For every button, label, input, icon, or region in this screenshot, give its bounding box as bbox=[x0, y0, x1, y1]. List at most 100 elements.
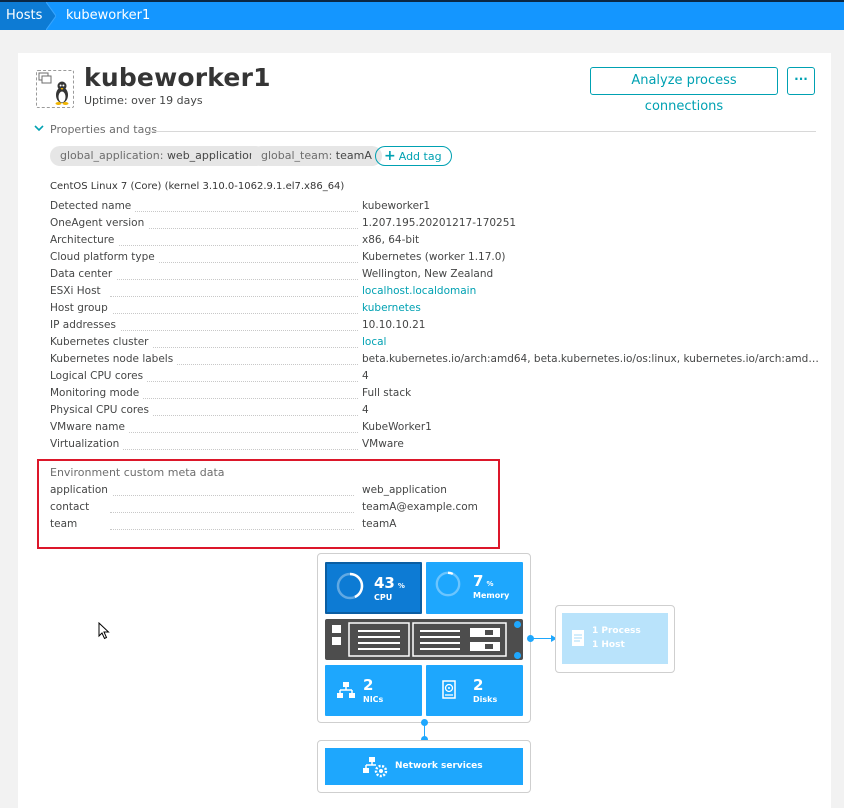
property-key: Data center bbox=[50, 268, 117, 280]
custom-meta-value: teamA@example.com bbox=[362, 501, 478, 513]
disks-tile[interactable]: 2 Disks bbox=[426, 665, 523, 716]
property-row: Architecture x86, 64-bit bbox=[50, 234, 822, 251]
disk-icon bbox=[442, 680, 456, 699]
property-key: Kubernetes node labels bbox=[50, 353, 178, 365]
process-count: 1 Process bbox=[592, 626, 641, 636]
property-row: ESXi Host localhost.localdomain bbox=[50, 285, 822, 302]
custom-meta-key: team bbox=[50, 518, 82, 530]
property-value: Kubernetes (worker 1.17.0) bbox=[362, 251, 506, 263]
property-row: VMware name KubeWorker1 bbox=[50, 421, 822, 438]
nics-count: 2 bbox=[363, 676, 374, 694]
dotted-leader bbox=[110, 245, 358, 246]
custom-meta-value: teamA bbox=[362, 518, 397, 530]
host-count: 1 Host bbox=[592, 640, 625, 650]
property-row: Physical CPU cores 4 bbox=[50, 404, 822, 421]
dotted-leader bbox=[110, 211, 358, 212]
property-key: Kubernetes cluster bbox=[50, 336, 153, 348]
property-value: beta.kubernetes.io/arch:amd64, beta.kube… bbox=[362, 353, 822, 365]
property-value: x86, 64-bit bbox=[362, 234, 420, 246]
dotted-leader bbox=[110, 381, 358, 382]
property-value: 1.207.195.20201217-170251 bbox=[362, 217, 517, 229]
connector-dot bbox=[514, 652, 521, 659]
property-row: Data center Wellington, New Zealand bbox=[50, 268, 822, 285]
property-key: Monitoring mode bbox=[50, 387, 144, 399]
add-tag-button[interactable]: + Add tag bbox=[375, 146, 452, 166]
breadcrumb-current[interactable]: kubeworker1 bbox=[66, 2, 150, 30]
property-row: OneAgent version 1.207.195.20201217-17025… bbox=[50, 217, 822, 234]
property-value: KubeWorker1 bbox=[362, 421, 432, 433]
custom-meta-row: contact teamA@example.com bbox=[50, 501, 490, 518]
property-row: Logical CPU cores 4 bbox=[50, 370, 822, 387]
nics-tile[interactable]: 2 NICs bbox=[325, 665, 422, 716]
tag-key: global_application: bbox=[60, 149, 164, 162]
property-key: Physical CPU cores bbox=[50, 404, 153, 416]
property-value: 4 bbox=[362, 404, 369, 416]
custom-meta-key: application bbox=[50, 484, 112, 496]
property-key: Architecture bbox=[50, 234, 119, 246]
cpu-value: 43% bbox=[374, 574, 405, 592]
properties-section-title[interactable]: Properties and tags bbox=[50, 123, 157, 136]
section-divider bbox=[148, 131, 816, 132]
breadcrumb-hosts[interactable]: Hosts bbox=[0, 2, 46, 30]
property-link[interactable]: local bbox=[362, 336, 386, 348]
property-key: Host group bbox=[50, 302, 112, 314]
property-key: Cloud platform type bbox=[50, 251, 159, 263]
chevron-down-icon[interactable] bbox=[34, 123, 44, 133]
os-description: CentOS Linux 7 (Core) (kernel 3.10.0-106… bbox=[50, 181, 345, 192]
memory-label: Memory bbox=[473, 591, 510, 600]
dotted-leader bbox=[110, 398, 358, 399]
tag-global-team[interactable]: global_team: teamA bbox=[251, 146, 382, 166]
property-row: Host group kubernetes bbox=[50, 302, 822, 319]
page-title: kubeworker1 bbox=[84, 63, 271, 92]
property-value: Full stack bbox=[362, 387, 412, 399]
property-row: Monitoring mode Full stack bbox=[50, 387, 822, 404]
connector-dot bbox=[514, 621, 521, 628]
property-row: Kubernetes cluster local bbox=[50, 336, 822, 353]
property-key: IP addresses bbox=[50, 319, 120, 331]
property-key: Logical CPU cores bbox=[50, 370, 148, 382]
dotted-leader bbox=[110, 313, 358, 314]
breadcrumb-separator-icon bbox=[46, 2, 56, 30]
mouse-cursor-icon bbox=[98, 622, 110, 640]
disks-label: Disks bbox=[473, 695, 498, 704]
dotted-leader bbox=[110, 296, 358, 297]
property-link[interactable]: localhost.localdomain bbox=[362, 285, 476, 297]
tag-value: teamA bbox=[335, 149, 372, 162]
breadcrumb-bar: Hosts kubeworker1 bbox=[0, 0, 844, 30]
process-tile[interactable]: 1 Process 1 Host bbox=[562, 613, 668, 664]
add-tag-label: Add tag bbox=[398, 150, 442, 163]
dotted-leader bbox=[110, 330, 358, 331]
property-key: Detected name bbox=[50, 200, 136, 212]
property-key: Virtualization bbox=[50, 438, 124, 450]
property-row: IP addresses 10.10.10.21 bbox=[50, 319, 822, 336]
tag-global-application[interactable]: global_application: web_application bbox=[50, 146, 266, 166]
analyze-process-connections-button[interactable]: Analyze process connections bbox=[590, 67, 778, 114]
property-link[interactable]: kubernetes bbox=[362, 302, 421, 314]
property-value: kubeworker1 bbox=[362, 200, 431, 212]
plus-icon: + bbox=[384, 148, 396, 164]
memory-tile[interactable]: 7% Memory bbox=[426, 562, 523, 614]
cpu-label: CPU bbox=[374, 593, 393, 602]
server-rack-graphic bbox=[325, 619, 523, 660]
property-row: Virtualization VMware bbox=[50, 438, 822, 455]
property-key: VMware name bbox=[50, 421, 129, 433]
custom-meta-key: contact bbox=[50, 501, 94, 513]
dotted-leader bbox=[110, 512, 354, 513]
dotted-leader bbox=[110, 432, 358, 433]
property-key: ESXi Host bbox=[50, 285, 105, 297]
dotted-leader bbox=[110, 529, 354, 530]
network-services-label: Network services bbox=[395, 761, 483, 771]
nics-label: NICs bbox=[363, 695, 384, 704]
cpu-gauge bbox=[336, 572, 364, 600]
property-key: OneAgent version bbox=[50, 217, 149, 229]
more-options-button[interactable]: ··· bbox=[787, 67, 815, 95]
dotted-leader bbox=[110, 279, 358, 280]
dotted-leader bbox=[110, 449, 358, 450]
cpu-tile[interactable]: 43% CPU bbox=[325, 562, 422, 614]
memory-gauge bbox=[435, 571, 461, 597]
property-value: 10.10.10.21 bbox=[362, 319, 426, 331]
property-value: VMware bbox=[362, 438, 404, 450]
network-services-tile[interactable]: Network services bbox=[325, 748, 523, 785]
custom-meta-value: web_application bbox=[362, 484, 447, 496]
tag-value: web_application bbox=[166, 149, 256, 162]
